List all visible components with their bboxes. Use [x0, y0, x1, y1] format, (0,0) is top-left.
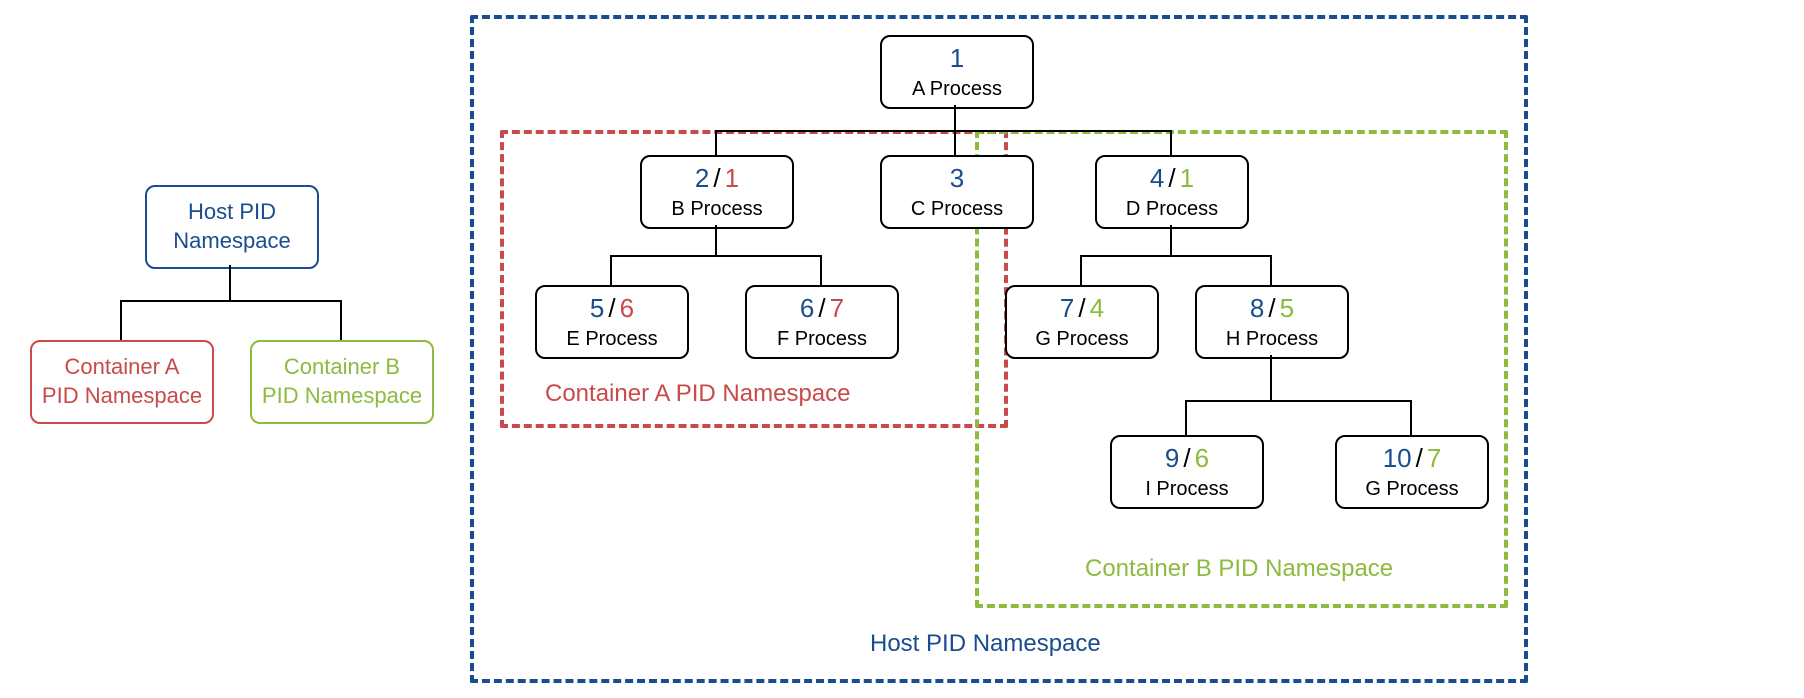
- connector: [229, 265, 231, 300]
- connector: [120, 300, 340, 302]
- connector: [1185, 400, 1410, 402]
- connector: [820, 255, 822, 285]
- slash: /: [1416, 442, 1423, 476]
- legend-container-a: Container A PID Namespace: [30, 340, 214, 424]
- connector: [1270, 355, 1272, 400]
- legend-b-line2: PID Namespace: [262, 382, 422, 411]
- pid-host: 3: [950, 162, 964, 196]
- process-g: 7 / 4 G Process: [1005, 285, 1159, 359]
- slash: /: [713, 162, 720, 196]
- connector: [1185, 400, 1187, 435]
- connector: [1080, 255, 1082, 285]
- proc-name: E Process: [566, 326, 657, 352]
- process-c: 3 C Process: [880, 155, 1034, 229]
- process-f: 6 / 7 F Process: [745, 285, 899, 359]
- slash: /: [1183, 442, 1190, 476]
- connector: [1270, 255, 1272, 285]
- connector: [954, 105, 956, 130]
- pid-host: 1: [950, 42, 964, 76]
- legend-b-line1: Container B: [284, 353, 400, 382]
- slash: /: [1078, 292, 1085, 326]
- slash: /: [608, 292, 615, 326]
- pid-host: 5: [590, 292, 604, 326]
- proc-name: C Process: [911, 196, 1003, 222]
- process-a: 1 A Process: [880, 35, 1034, 109]
- proc-name: B Process: [671, 196, 762, 222]
- legend-host-line2: Namespace: [173, 227, 290, 256]
- connector: [715, 130, 1170, 132]
- proc-name: A Process: [912, 76, 1002, 102]
- proc-name: F Process: [777, 326, 867, 352]
- connector: [954, 130, 956, 155]
- process-d: 4 / 1 D Process: [1095, 155, 1249, 229]
- slash: /: [1168, 162, 1175, 196]
- pid-host: 6: [800, 292, 814, 326]
- pid-host: 10: [1383, 442, 1412, 476]
- legend-host-line1: Host PID: [188, 198, 276, 227]
- legend-host: Host PID Namespace: [145, 185, 319, 269]
- pid-alt: 7: [1427, 442, 1441, 476]
- proc-name: G Process: [1035, 326, 1128, 352]
- pid-alt: 4: [1090, 292, 1104, 326]
- container-a-label: Container A PID Namespace: [545, 380, 851, 408]
- slash: /: [818, 292, 825, 326]
- connector: [610, 255, 820, 257]
- connector: [120, 300, 122, 340]
- pid-host: 9: [1165, 442, 1179, 476]
- process-h: 8 / 5 H Process: [1195, 285, 1349, 359]
- pid-host: 4: [1150, 162, 1164, 196]
- process-i: 9 / 6 I Process: [1110, 435, 1264, 509]
- process-g2: 10 / 7 G Process: [1335, 435, 1489, 509]
- proc-name: D Process: [1126, 196, 1218, 222]
- connector: [1170, 225, 1172, 255]
- proc-name: I Process: [1145, 476, 1228, 502]
- host-label: Host PID Namespace: [870, 630, 1101, 658]
- legend-container-b: Container B PID Namespace: [250, 340, 434, 424]
- pid-alt: 1: [725, 162, 739, 196]
- process-b: 2 / 1 B Process: [640, 155, 794, 229]
- pid-alt: 5: [1280, 292, 1294, 326]
- connector: [340, 300, 342, 340]
- pid-alt: 6: [1195, 442, 1209, 476]
- connector: [1410, 400, 1412, 435]
- proc-name: G Process: [1365, 476, 1458, 502]
- connector: [715, 225, 717, 255]
- connector: [1170, 130, 1172, 155]
- legend-a-line2: PID Namespace: [42, 382, 202, 411]
- legend-a-line1: Container A: [65, 353, 180, 382]
- connector: [1080, 255, 1270, 257]
- container-b-label: Container B PID Namespace: [1085, 555, 1393, 583]
- slash: /: [1268, 292, 1275, 326]
- connector: [715, 130, 717, 155]
- pid-alt: 7: [830, 292, 844, 326]
- connector: [610, 255, 612, 285]
- pid-host: 2: [695, 162, 709, 196]
- pid-alt: 6: [620, 292, 634, 326]
- process-e: 5 / 6 E Process: [535, 285, 689, 359]
- pid-host: 7: [1060, 292, 1074, 326]
- pid-alt: 1: [1180, 162, 1194, 196]
- proc-name: H Process: [1226, 326, 1318, 352]
- pid-host: 8: [1250, 292, 1264, 326]
